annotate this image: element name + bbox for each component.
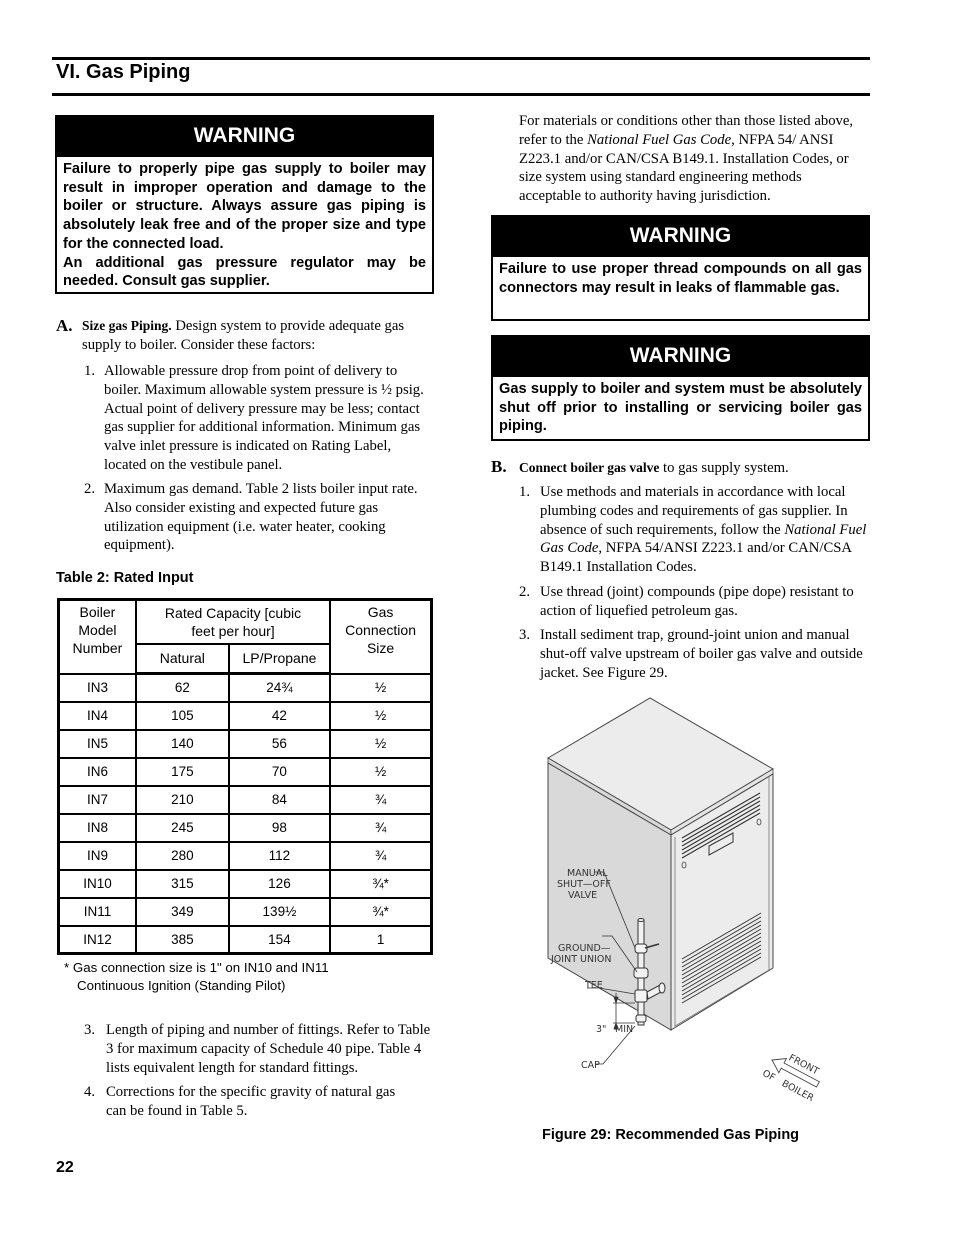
table-title: Table 2: Rated Input — [56, 570, 194, 586]
cell-natural: 140 — [134, 728, 230, 759]
cell-model: IN3 — [57, 672, 137, 703]
table-body: IN3 62 24¾ ½ IN4 105 42 ½ IN5 140 56 ½ IN6 175 70 ½ IN7 2… — [57, 672, 433, 955]
top-rule — [52, 57, 870, 60]
warning-body: Failure to properly pipe gas supply to b… — [57, 157, 432, 295]
label-boiler: BOILER — [780, 1078, 816, 1104]
cell-lp: 84 — [227, 784, 332, 815]
table-row: IN10 315 126 ¾* — [57, 868, 433, 899]
cell-lp: 139½ — [227, 896, 332, 927]
label-min: MIN — [615, 1024, 633, 1035]
label-manual: MANUAL — [567, 868, 608, 879]
cell-lp: 56 — [227, 728, 332, 759]
cell-size: ½ — [329, 672, 433, 703]
right-intro: For materials or conditions other than t… — [519, 113, 854, 205]
table-row: IN4 105 42 ½ — [57, 700, 433, 731]
cell-natural: 62 — [134, 672, 230, 703]
warning-heading: WARNING — [57, 117, 432, 157]
warning-heading: WARNING — [493, 337, 868, 377]
cell-lp: 126 — [227, 868, 332, 899]
label-joint-union: JOINT UNION — [550, 954, 611, 965]
step-b-letter: B. — [491, 457, 507, 476]
rated-input-table: Boiler Model Number Rated Capacity [cubi… — [57, 598, 433, 955]
step-a-letter: A. — [56, 316, 73, 335]
cell-size: ¾ — [329, 812, 433, 843]
step-a-lead: Size gas Piping. — [82, 318, 172, 333]
cell-lp: 154 — [227, 924, 332, 955]
label-tee: TEE — [584, 980, 603, 991]
warning-body: Failure to use proper thread compounds o… — [493, 257, 868, 301]
warning-body: Gas supply to boiler and system must be … — [493, 377, 868, 440]
warning-box-thread: WARNING Failure to use proper thread com… — [491, 215, 870, 321]
label-3in: 3" — [596, 1024, 606, 1035]
warning-text: An additional gas pressure regulator may… — [63, 254, 426, 290]
step-a-intro: Size gas Piping. Design system to provid… — [82, 317, 437, 355]
page-number: 22 — [56, 1159, 74, 1176]
cell-natural: 280 — [134, 840, 230, 871]
table-row: IN9 280 112 ¾ — [57, 840, 433, 871]
warning-box-shutoff: WARNING Gas supply to boiler and system … — [491, 335, 870, 441]
table-row: IN12 385 154 1 — [57, 924, 433, 955]
cell-size: ¾* — [329, 896, 433, 927]
cell-model: IN5 — [57, 728, 137, 759]
cell-model: IN7 — [57, 784, 137, 815]
warning-text: Failure to properly pipe gas supply to b… — [63, 161, 426, 252]
cell-natural: 385 — [134, 924, 230, 955]
figure-caption: Figure 29: Recommended Gas Piping — [542, 1127, 800, 1143]
step-b-text: to gas supply system. — [659, 460, 789, 476]
table-row: IN7 210 84 ¾ — [57, 784, 433, 815]
title-underline — [52, 93, 870, 96]
table-row: IN3 62 24¾ ½ — [57, 672, 433, 703]
label-of: OF — [760, 1068, 777, 1084]
label-shutoff: SHUT—OFF — [557, 879, 611, 890]
header-natural: Natural — [134, 642, 230, 675]
boiler-piping-figure: MANUAL SHUT—OFF VALVE GROUND— JOINT UNIO… — [547, 697, 821, 1104]
cell-size: 1 — [329, 924, 433, 955]
cell-natural: 349 — [134, 896, 230, 927]
header-capacity: Rated Capacity [cubic feet per hour] — [134, 598, 332, 645]
cell-model: IN12 — [57, 924, 137, 955]
warning-text: Gas supply to boiler and system must be … — [499, 381, 862, 435]
table-row: IN8 245 98 ¾ — [57, 812, 433, 843]
cell-natural: 175 — [134, 756, 230, 787]
label-ground: GROUND— — [558, 943, 611, 954]
table-footnote: * Gas connection size is 1" on IN10 and … — [64, 960, 329, 993]
cell-size: ¾ — [329, 784, 433, 815]
step-b-intro: Connect boiler gas valve to gas supply s… — [519, 459, 869, 478]
cell-size: ¾* — [329, 868, 433, 899]
cell-lp: 42 — [227, 700, 332, 731]
cell-natural: 105 — [134, 700, 230, 731]
cell-lp: 24¾ — [227, 672, 332, 703]
table-row: IN5 140 56 ½ — [57, 728, 433, 759]
step-b-lead: Connect boiler gas valve — [519, 460, 660, 475]
header-model: Boiler Model Number — [57, 598, 137, 675]
cell-model: IN9 — [57, 840, 137, 871]
header-lp: LP/Propane — [227, 642, 332, 675]
table-row: IN11 349 139½ ¾* — [57, 896, 433, 927]
cell-size: ¾ — [329, 840, 433, 871]
header-connection: Gas Connection Size — [329, 598, 433, 675]
cell-natural: 315 — [134, 868, 230, 899]
cell-size: ½ — [329, 728, 433, 759]
cell-natural: 210 — [134, 784, 230, 815]
cell-model: IN8 — [57, 812, 137, 843]
warning-heading: WARNING — [493, 217, 868, 257]
label-cap: CAP — [581, 1060, 600, 1071]
cell-model: IN10 — [57, 868, 137, 899]
cell-model: IN11 — [57, 896, 137, 927]
label-valve: VALVE — [568, 890, 597, 901]
cell-lp: 112 — [227, 840, 332, 871]
cell-model: IN4 — [57, 700, 137, 731]
section-title: VI. Gas Piping — [56, 61, 191, 83]
cell-lp: 98 — [227, 812, 332, 843]
table-row: IN6 175 70 ½ — [57, 756, 433, 787]
cell-model: IN6 — [57, 756, 137, 787]
front-arrow-icon: FRONT OF BOILER — [760, 1052, 820, 1104]
warning-box-piping: WARNING Failure to properly pipe gas sup… — [55, 115, 434, 294]
cell-lp: 70 — [227, 756, 332, 787]
warning-text: Failure to use proper thread compounds o… — [499, 261, 862, 296]
cell-size: ½ — [329, 756, 433, 787]
cell-size: ½ — [329, 700, 433, 731]
cell-natural: 245 — [134, 812, 230, 843]
